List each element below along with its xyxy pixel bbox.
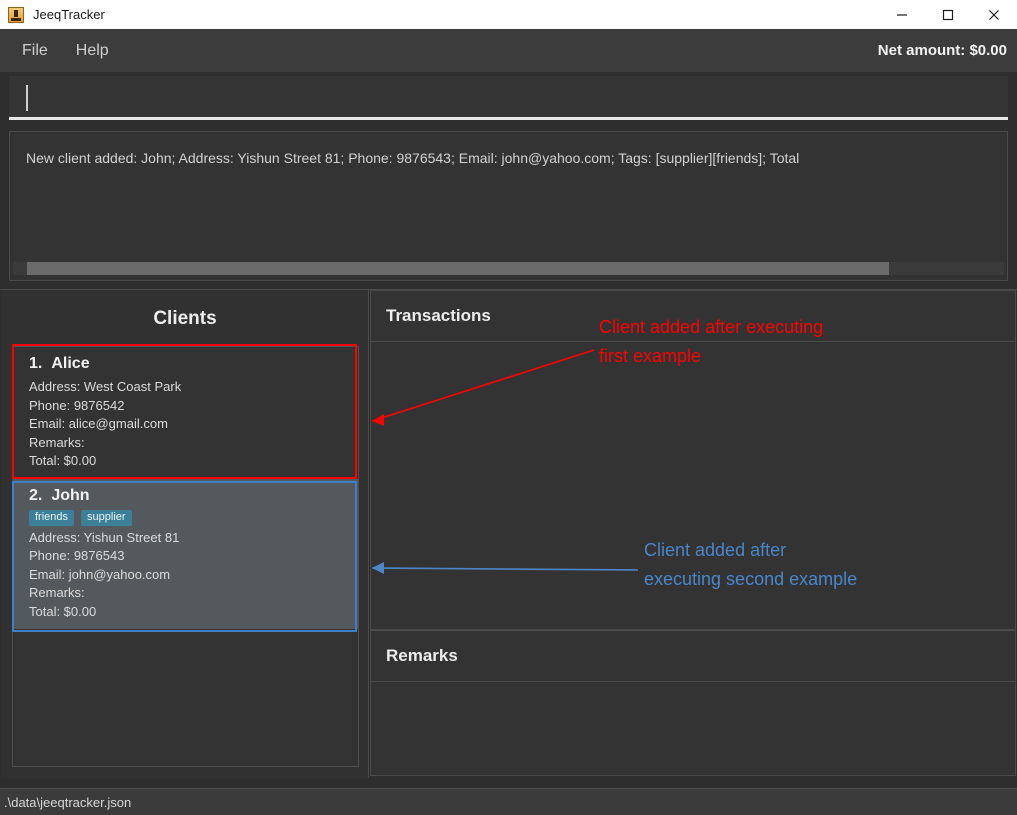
client-email: Email: john@yahoo.com xyxy=(29,566,171,582)
menu-item-file[interactable]: File xyxy=(12,38,58,64)
net-amount-label: Net amount: $0.00 xyxy=(877,42,1007,59)
client-phone: Phone: 9876542 xyxy=(29,397,125,413)
result-horizontal-scrollbar[interactable] xyxy=(13,262,1004,275)
tag-chip: friends xyxy=(29,509,75,526)
text-caret xyxy=(26,85,28,111)
client-index: 1. xyxy=(29,355,43,372)
remarks-list[interactable] xyxy=(370,682,1016,776)
result-display-text: New client added: John; Address: Yishun … xyxy=(26,150,800,166)
scrollbar-thumb[interactable] xyxy=(27,262,889,275)
close-icon[interactable] xyxy=(971,0,1017,29)
remarks-panel-header: Remarks xyxy=(370,630,1016,682)
client-address: Address: West Coast Park xyxy=(29,379,182,394)
client-index: 2. xyxy=(29,486,43,504)
transactions-panel-title: Transactions xyxy=(386,306,491,325)
right-column: Transactions Remarks xyxy=(370,290,1016,778)
app-window: JeeqTracker File Help Net amount: $0.00 … xyxy=(0,0,1017,815)
client-card[interactable]: 1. Alice Address: West Coast Park Phone: … xyxy=(13,347,358,479)
client-tags: friends supplier xyxy=(29,509,358,526)
menubar: File Help Net amount: $0.00 xyxy=(0,29,1017,72)
client-phone: Phone: 9876543 xyxy=(29,548,125,563)
transactions-list[interactable] xyxy=(370,342,1016,630)
client-total: Total: $0.00 xyxy=(29,453,97,468)
clients-list[interactable]: 1. Alice Address: West Coast Park Phone: … xyxy=(12,346,359,767)
client-name-row: 1. Alice xyxy=(29,355,358,373)
main-content: Clients 1. Alice Address: West Coast Park… xyxy=(0,289,1017,788)
client-total: Total: $0.00 xyxy=(29,603,97,619)
client-remarks: Remarks: xyxy=(29,585,85,600)
command-input[interactable] xyxy=(9,76,1008,120)
window-title: JeeqTracker xyxy=(33,7,105,22)
clients-panel: Clients 1. Alice Address: West Coast Park… xyxy=(1,290,369,778)
transactions-panel-header: Transactions xyxy=(370,290,1016,342)
client-name: John xyxy=(51,486,90,504)
status-file-path: .\data\jeeqtracker.json xyxy=(4,794,132,810)
window-controls xyxy=(879,0,1017,29)
window-titlebar: JeeqTracker xyxy=(0,0,1017,29)
client-email: Email: alice@gmail.com xyxy=(29,416,168,431)
client-address: Address: Yishun Street 81 xyxy=(29,529,180,545)
result-display: New client added: John; Address: Yishun … xyxy=(9,131,1008,281)
client-name-row: 2. John xyxy=(29,487,358,505)
tag-chip: supplier xyxy=(81,509,132,526)
menu-item-help[interactable]: Help xyxy=(66,38,119,64)
app-icon xyxy=(8,6,24,23)
client-card[interactable]: 2. John friends supplier Address: Yishun … xyxy=(13,478,358,629)
maximize-icon[interactable] xyxy=(925,0,971,29)
minimize-icon[interactable] xyxy=(879,0,925,29)
status-bar: .\data\jeeqtracker.json xyxy=(0,788,1017,815)
remarks-panel-title: Remarks xyxy=(386,646,458,665)
client-remarks: Remarks: xyxy=(29,434,85,450)
clients-panel-title: Clients xyxy=(153,308,217,329)
client-name: Alice xyxy=(51,355,90,372)
